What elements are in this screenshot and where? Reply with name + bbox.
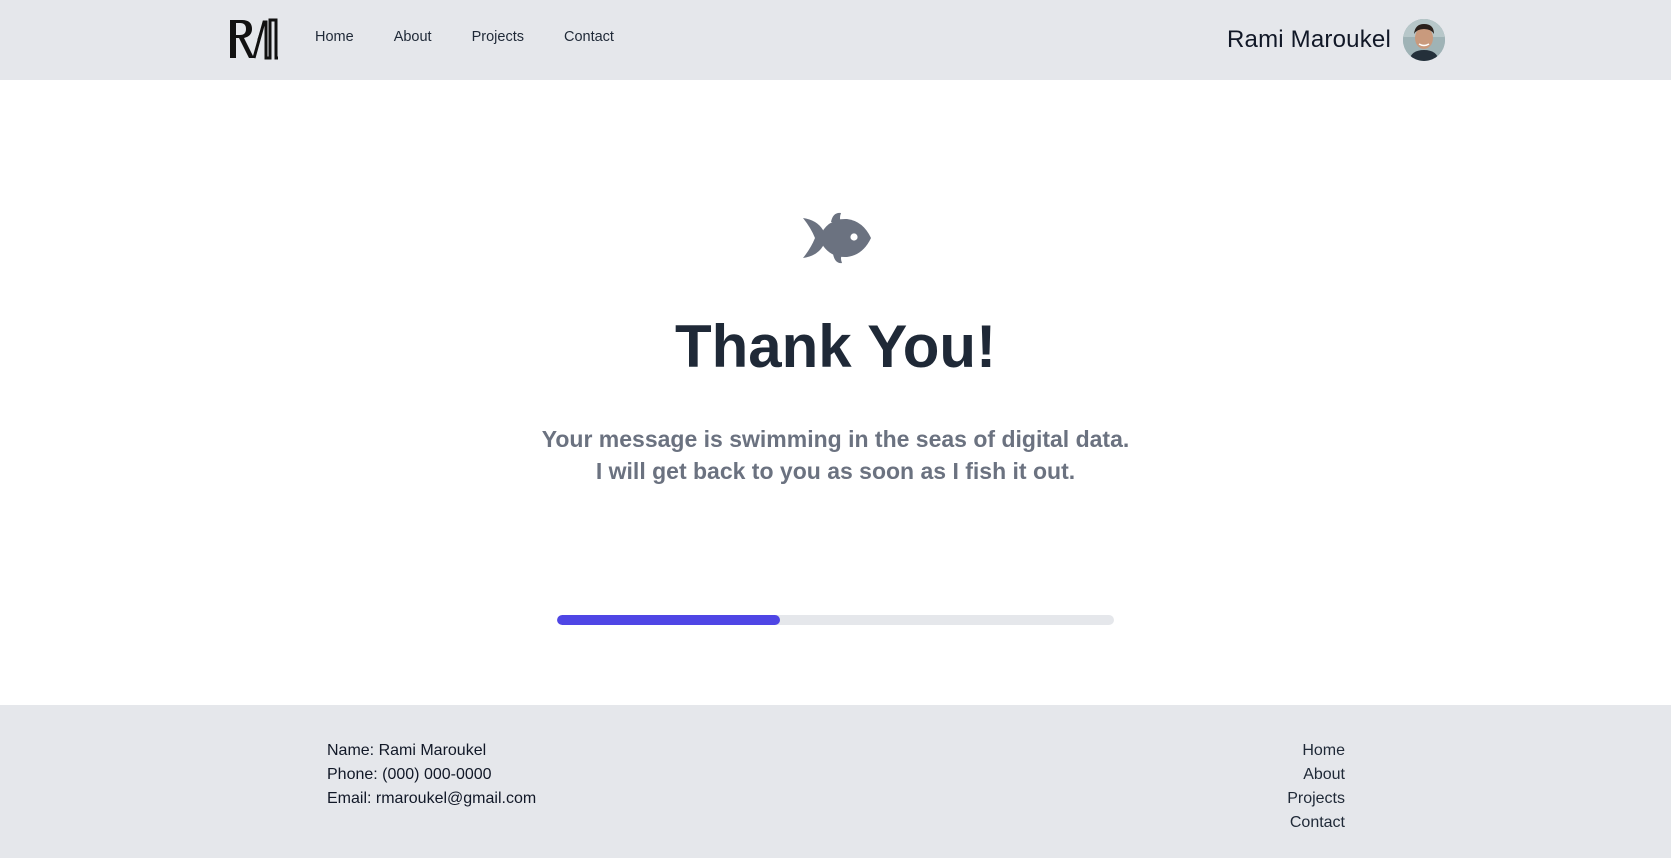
footer-about-link[interactable]: About: [1287, 763, 1345, 787]
site-header: Home About Projects Contact Rami Marouke…: [0, 0, 1671, 80]
contact-name: Name: Rami Maroukel: [327, 742, 487, 759]
nav-about-link[interactable]: About: [394, 28, 432, 46]
nav-projects-link[interactable]: Projects: [472, 28, 524, 46]
nav-contact-link[interactable]: Contact: [564, 28, 614, 46]
brand-name: Rami Maroukel: [1227, 26, 1391, 53]
main-nav: Home About Projects Contact: [315, 28, 654, 46]
logo-mark-icon: [230, 18, 278, 60]
message-line-1: Your message is swimming in the seas of …: [541, 426, 1130, 452]
main-content: Thank You! Your message is swimming in t…: [0, 80, 1671, 705]
logo[interactable]: [228, 18, 280, 60]
progress-fill: [557, 615, 780, 625]
footer-home-link[interactable]: Home: [1287, 739, 1345, 763]
page-title: Thank You!: [674, 313, 997, 380]
footer-nav: Home About Projects Contact: [1287, 739, 1345, 835]
fish-icon: [801, 210, 871, 266]
brand: Rami Maroukel: [1227, 19, 1445, 61]
footer-contact-link[interactable]: Contact: [1287, 811, 1345, 835]
contact-info: Name: Rami Maroukel Phone: (000) 000-000…: [327, 739, 536, 811]
profile-photo-icon: [1403, 19, 1445, 61]
contact-email: Email: rmaroukel@gmail.com: [327, 790, 537, 807]
footer-projects-link[interactable]: Projects: [1287, 787, 1345, 811]
avatar[interactable]: [1403, 19, 1445, 61]
page: Home About Projects Contact Rami Marouke…: [0, 0, 1671, 858]
nav-home-link[interactable]: Home: [315, 28, 354, 46]
message-line-2: I will get back to you as soon as I fish…: [595, 458, 1076, 484]
redirect-progress-bar: [557, 615, 1114, 625]
site-footer: Name: Rami Maroukel Phone: (000) 000-000…: [0, 705, 1671, 858]
contact-phone: Phone: (000) 000-0000: [327, 766, 492, 783]
thank-you-message: Your message is swimming in the seas of …: [0, 423, 1671, 487]
